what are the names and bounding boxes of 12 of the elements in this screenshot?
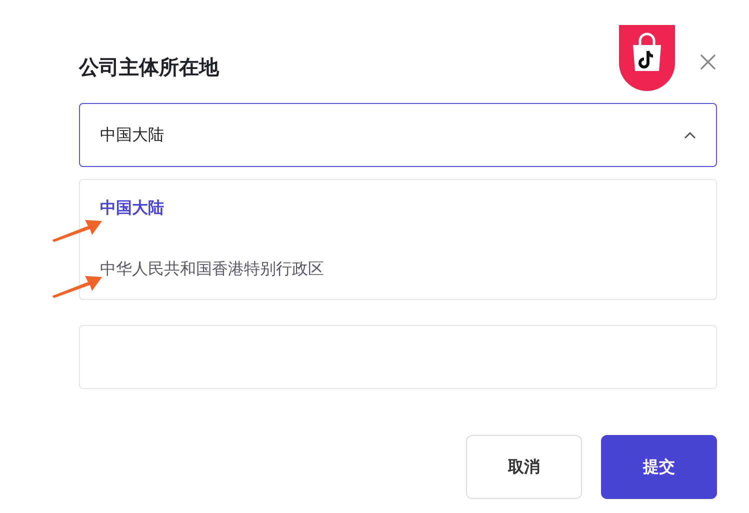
caret-icon [684, 131, 696, 139]
annotation-arrow [52, 274, 102, 298]
submit-button[interactable]: 提交 [601, 435, 717, 499]
dropdown-option[interactable]: 中华人民共和国香港特别行政区 [100, 255, 324, 283]
input-field[interactable] [79, 325, 717, 389]
dropdown-option[interactable]: 中国大陆 [100, 194, 164, 222]
close-button[interactable] [699, 53, 717, 71]
shopping-bag-logo-icon [619, 25, 675, 91]
cancel-button[interactable]: 取消 [466, 435, 582, 499]
location-select[interactable]: 中国大陆 [79, 103, 717, 167]
dialog-title: 公司主体所在地 [79, 54, 220, 80]
annotation-arrow [52, 218, 102, 242]
